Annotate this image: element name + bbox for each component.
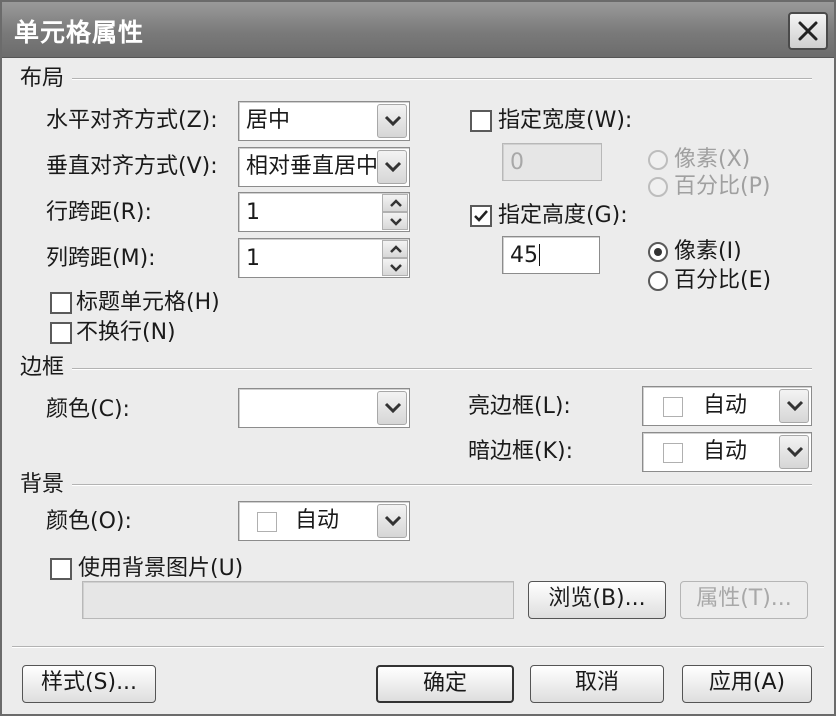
close-icon	[798, 21, 818, 41]
h-align-value: 居中	[246, 108, 291, 133]
v-align-label: 垂直对齐方式(V):	[46, 154, 218, 179]
width-percent-radio[interactable]	[648, 177, 668, 197]
header-cell-checkbox[interactable]	[50, 292, 72, 314]
dialog-title: 单元格属性	[14, 18, 145, 47]
light-border-label: 亮边框(L):	[468, 394, 571, 419]
width-value: 0	[510, 150, 524, 175]
ok-button[interactable]: 确定	[376, 665, 514, 703]
text-caret	[539, 244, 540, 266]
background-color-select[interactable]: 自动	[238, 501, 410, 541]
h-align-select[interactable]: 居中	[238, 101, 410, 141]
width-pixels-radio[interactable]	[648, 150, 668, 170]
row-span-label: 行跨距(R):	[46, 200, 152, 225]
row-span-up-button[interactable]	[382, 194, 408, 212]
col-span-up-button[interactable]	[382, 240, 408, 258]
image-properties-button[interactable]: 属性(T)...	[680, 581, 808, 619]
background-image-path-input[interactable]	[82, 581, 514, 619]
h-align-dropdown-button[interactable]	[377, 104, 407, 138]
close-button[interactable]	[788, 12, 828, 50]
h-align-label: 水平对齐方式(Z):	[46, 108, 218, 133]
dark-border-swatch	[663, 443, 683, 463]
specify-height-checkbox[interactable]	[470, 205, 492, 227]
apply-button[interactable]: 应用(A)	[682, 665, 812, 703]
light-border-swatch	[663, 397, 683, 417]
chevron-down-icon	[786, 446, 804, 458]
chevron-down-icon	[384, 402, 402, 414]
layout-divider	[72, 78, 812, 80]
use-background-image-label[interactable]: 使用背景图片(U)	[78, 556, 243, 582]
border-color-dropdown-button[interactable]	[377, 391, 407, 425]
cell-properties-dialog: 单元格属性 布局 水平对齐方式(Z): 居中 垂直对齐方式(V): 相对垂直居中…	[0, 0, 836, 716]
border-divider	[72, 368, 812, 370]
specify-height-label[interactable]: 指定高度(G):	[498, 203, 628, 229]
background-color-dropdown-button[interactable]	[377, 504, 407, 538]
col-span-stepper[interactable]: 1	[238, 238, 410, 278]
chevron-down-icon	[390, 218, 402, 226]
row-span-value: 1	[246, 200, 260, 225]
background-color-swatch	[257, 512, 277, 532]
background-color-label: 颜色(O):	[46, 509, 132, 534]
border-color-label: 颜色(C):	[46, 397, 130, 422]
border-section-title: 边框	[20, 355, 65, 380]
title-bar[interactable]: 单元格属性	[2, 2, 834, 58]
dark-border-dropdown-button[interactable]	[779, 435, 809, 469]
border-color-select[interactable]	[238, 388, 410, 428]
chevron-up-icon	[390, 199, 402, 207]
chevron-down-icon	[390, 264, 402, 272]
width-percent-label[interactable]: 百分比(P)	[674, 174, 770, 200]
dark-border-label: 暗边框(K):	[468, 439, 574, 464]
chevron-down-icon	[384, 515, 402, 527]
browse-button[interactable]: 浏览(B)...	[528, 581, 666, 619]
height-pixels-radio[interactable]	[648, 242, 668, 262]
no-wrap-checkbox[interactable]	[50, 322, 72, 344]
v-align-dropdown-button[interactable]	[377, 150, 407, 184]
width-input[interactable]: 0	[502, 143, 602, 181]
specify-width-label[interactable]: 指定宽度(W):	[498, 108, 632, 134]
dark-border-value: 自动	[703, 439, 748, 464]
row-span-stepper[interactable]: 1	[238, 192, 410, 232]
height-value: 45	[510, 243, 538, 268]
background-color-value: 自动	[295, 508, 340, 533]
height-percent-label[interactable]: 百分比(E)	[674, 268, 771, 294]
col-span-label: 列跨距(M):	[46, 246, 156, 271]
height-percent-radio[interactable]	[648, 271, 668, 291]
row-span-down-button[interactable]	[382, 212, 408, 230]
chevron-down-icon	[384, 161, 402, 173]
light-border-dropdown-button[interactable]	[779, 389, 809, 423]
radio-selected-dot	[654, 248, 662, 256]
background-section-title: 背景	[20, 472, 65, 497]
style-button[interactable]: 样式(S)...	[22, 665, 156, 703]
dark-border-select[interactable]: 自动	[642, 432, 812, 472]
no-wrap-label[interactable]: 不换行(N)	[76, 320, 176, 346]
chevron-up-icon	[390, 245, 402, 253]
col-span-down-button[interactable]	[382, 258, 408, 276]
cancel-button[interactable]: 取消	[530, 665, 664, 703]
background-divider	[72, 484, 812, 486]
checkmark-icon	[474, 210, 488, 222]
chevron-down-icon	[786, 400, 804, 412]
chevron-down-icon	[384, 115, 402, 127]
col-span-value: 1	[246, 246, 260, 271]
light-border-value: 自动	[703, 393, 748, 418]
v-align-select[interactable]: 相对垂直居中	[238, 147, 410, 187]
width-pixels-label[interactable]: 像素(X)	[674, 147, 750, 173]
footer-divider	[12, 646, 824, 648]
layout-section-title: 布局	[20, 66, 65, 91]
height-input[interactable]: 45	[502, 236, 600, 274]
height-pixels-label[interactable]: 像素(I)	[674, 239, 742, 265]
header-cell-label[interactable]: 标题单元格(H)	[76, 290, 220, 316]
light-border-select[interactable]: 自动	[642, 386, 812, 426]
v-align-value: 相对垂直居中	[246, 154, 378, 179]
use-background-image-checkbox[interactable]	[50, 558, 72, 580]
specify-width-checkbox[interactable]	[470, 110, 492, 132]
